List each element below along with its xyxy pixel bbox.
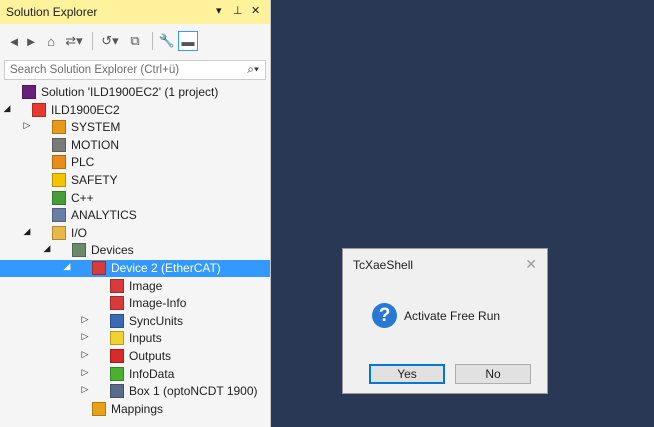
tree-item-label: Box 1 (optoNCDT 1900) [129,384,258,399]
image-icon [110,278,124,293]
forward-icon[interactable]: ► [24,31,38,51]
solution-icon [22,85,36,99]
tree-item-label: Image-Info [129,296,187,311]
panel-title: Solution Explorer [6,5,98,19]
close-icon[interactable]: ✕ [251,4,260,17]
cpp-icon [52,190,66,205]
dialog-message: Activate Free Run [404,309,501,323]
project-icon [32,102,46,117]
ethercat-device-icon [92,261,106,275]
expand-arrow-icon[interactable]: ▷ [80,384,90,395]
question-icon: ? [372,303,397,328]
tree-item[interactable]: Image [0,278,270,295]
analytics-icon [52,208,66,223]
tree-item-label: Solution 'ILD1900EC2' (1 project) [41,85,219,99]
tree-item[interactable]: ▷ Outputs [0,348,270,365]
preview-icon[interactable]: ▬ [178,31,198,51]
tree-item-label: C++ [71,190,94,205]
system-icon [52,120,66,135]
tree-item[interactable]: ◢ Device 2 (EtherCAT) [0,260,270,277]
tree-item[interactable]: ANALYTICS [0,207,270,224]
sync-selected-icon[interactable]: ⇄▾ [62,31,86,51]
image-info-icon [110,296,124,311]
outputs-icon [110,349,124,363]
safety-icon [52,173,66,187]
toolbar: ◄ ► ⌂ ⇄▾ ↺▾ ⧉ 🔧 ▬ [0,24,270,58]
tree-item[interactable]: SAFETY [0,172,270,189]
panel-titlebar: Solution Explorer ▾ ⊥ ✕ [0,0,270,24]
tree-item[interactable]: ▷ InfoData [0,366,270,383]
expand-arrow-icon[interactable]: ▷ [80,331,90,342]
yes-button[interactable]: Yes [369,364,445,384]
tree-item[interactable]: ▷ Inputs [0,330,270,347]
dialog-title: TcXaeShell [353,258,414,272]
home-icon[interactable]: ⌂ [43,31,59,51]
tree-item[interactable]: ▷ SyncUnits [0,313,270,330]
tree-item-label: ILD1900EC2 [51,102,120,117]
tree-item-label: ANALYTICS [71,208,137,223]
tree-item-label: Inputs [129,331,162,346]
tree-item-label: MOTION [71,137,119,152]
tree-item[interactable]: ◢ I/O [0,225,270,242]
plc-icon [52,155,66,170]
tree-item[interactable]: Image-Info [0,295,270,312]
infodata-icon [110,366,124,381]
pin-icon[interactable]: ⊥ [233,4,243,17]
search-input[interactable]: Search Solution Explorer (Ctrl+ü) [10,64,179,76]
collapse-arrow-icon[interactable]: ◢ [42,243,52,254]
expand-arrow-icon[interactable]: ▷ [80,367,90,378]
collapse-arrow-icon[interactable]: ◢ [62,261,72,272]
tree-item-label: I/O [71,225,88,240]
tree-item[interactable]: MOTION [0,137,270,154]
collapse-arrow-icon[interactable]: ◢ [22,226,32,237]
tree-item[interactable]: C++ [0,190,270,207]
expand-arrow-icon[interactable]: ▷ [80,349,90,360]
search-icon[interactable]: ⌕▾ [247,62,259,77]
mappings-icon [92,401,106,416]
tree-item[interactable]: Mappings [0,401,270,418]
tree-item-label: PLC [71,155,95,170]
tree-item-label: Device 2 (EtherCAT) [111,261,221,275]
expand-arrow-icon[interactable]: ▷ [22,120,32,131]
dialog-close-icon[interactable]: ✕ [525,256,537,273]
tree-item-label: Image [129,278,163,293]
tree-item-label: SyncUnits [129,313,184,328]
solution-explorer-panel: Solution Explorer ▾ ⊥ ✕ ◄ ► ⌂ ⇄▾ ↺▾ ⧉ 🔧 … [0,0,271,427]
tree-item-label: Mappings [111,401,164,416]
collapse-arrow-icon[interactable]: ◢ [2,103,12,114]
collapse-all-icon[interactable]: ⧉ [126,31,144,51]
tree-item-label: SYSTEM [71,120,121,135]
tree-item[interactable]: ▷ SYSTEM [0,119,270,136]
tree-item-label: Devices [91,243,134,258]
motion-icon [52,137,66,152]
tree-item[interactable]: ▷ Box 1 (optoNCDT 1900) [0,383,270,400]
box-icon [110,384,124,399]
search-box[interactable]: Search Solution Explorer (Ctrl+ü) ⌕▾ [4,60,266,80]
expand-arrow-icon[interactable]: ▷ [80,314,90,325]
io-icon [52,225,66,240]
syncunits-icon [110,313,124,328]
tree-item[interactable]: Solution 'ILD1900EC2' (1 project) [0,84,270,101]
inputs-icon [110,331,124,346]
tree-item-label: InfoData [129,366,175,381]
tree-item[interactable]: PLC [0,154,270,171]
no-button[interactable]: No [455,364,531,384]
properties-icon[interactable]: 🔧 [158,31,176,51]
dropdown-icon[interactable]: ▾ [216,4,222,17]
tree-item-label: SAFETY [71,173,118,187]
tree-item[interactable]: ◢ ILD1900EC2 [0,102,270,119]
back-icon[interactable]: ◄ [7,31,21,51]
devices-icon [72,243,86,258]
pending-changes-icon[interactable]: ↺▾ [98,31,122,51]
tree-item[interactable]: ◢ Devices [0,242,270,259]
tree-item-label: Outputs [129,349,172,363]
